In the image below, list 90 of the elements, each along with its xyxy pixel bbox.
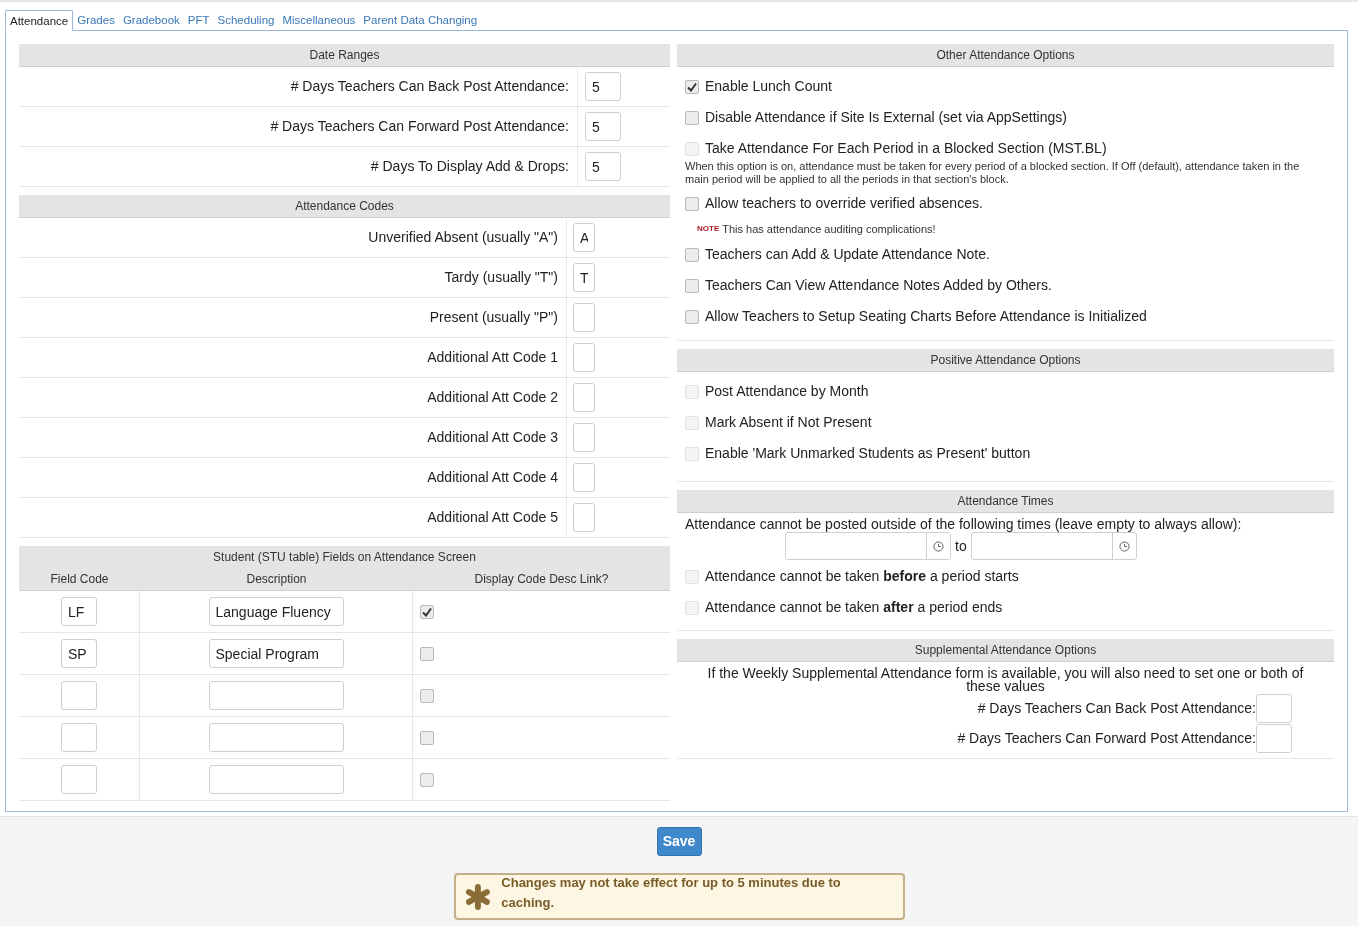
option-label: Teachers can Add & Update Attendance Note. — [705, 245, 990, 264]
option-label: Attendance cannot be taken after a period ends — [705, 598, 1003, 617]
check-icon — [422, 606, 432, 617]
field-label: Additional Att Code 1 — [426, 348, 559, 367]
field-label: Unverified Absent (usually "A") — [367, 228, 559, 247]
note-tag: NOTE — [697, 223, 720, 235]
checkbox[interactable] — [685, 110, 699, 125]
input-field[interactable] — [573, 423, 595, 452]
input-field[interactable]: Language Fluency — [208, 597, 344, 626]
time-field[interactable] — [785, 532, 951, 560]
instruction-text: Attendance cannot be posted outside of the following times (leave empty to always allow): — [685, 516, 1243, 532]
option-label: Allow teachers to override verified absences. — [705, 194, 983, 213]
asterisk-icon — [463, 882, 492, 911]
field-label: Present (usually "P") — [428, 308, 559, 327]
column-header: Description — [245, 571, 308, 588]
input-field[interactable]: 5 — [585, 72, 621, 101]
option-label: Enable 'Mark Unmarked Students as Present' button — [705, 444, 1031, 463]
checkbox[interactable] — [685, 196, 699, 211]
checkbox[interactable] — [685, 309, 699, 324]
notice-text: Changes may not take effect for up to 5 minutes due to caching. — [501, 874, 842, 912]
input-field[interactable] — [573, 463, 595, 492]
input-field[interactable]: T — [573, 263, 595, 292]
field-label: # Days Teachers Can Back Post Attendance: — [977, 699, 1256, 718]
input-field[interactable] — [1256, 694, 1292, 723]
field-label: Additional Att Code 3 — [426, 428, 559, 447]
input-field[interactable]: 5 — [585, 152, 621, 181]
field-label: Additional Att Code 4 — [426, 468, 559, 487]
check-icon — [687, 81, 697, 92]
column-header: Display Code Desc Link? — [473, 571, 610, 588]
tab[interactable]: Parent Data Changing — [359, 10, 482, 30]
input-field[interactable] — [573, 343, 595, 372]
tab[interactable]: Grades — [73, 10, 119, 30]
checkbox[interactable] — [420, 772, 434, 787]
section-header: Other Attendance Options — [677, 44, 1334, 67]
clock-icon — [933, 540, 944, 552]
section-header: Date Ranges — [19, 44, 670, 67]
input-field[interactable] — [208, 765, 344, 794]
input-field[interactable] — [573, 503, 595, 532]
field-label: # Days Teachers Can Forward Post Attendance: — [957, 729, 1256, 748]
tab[interactable]: Gradebook — [118, 10, 184, 30]
input-field[interactable]: Special Program — [208, 639, 344, 668]
section-header: Attendance Times — [677, 490, 1334, 513]
option-label: Disable Attendance if Site Is External (set via AppSettings) — [705, 108, 1067, 127]
input-field[interactable] — [61, 723, 97, 752]
input-field[interactable] — [573, 383, 595, 412]
option-label: Allow Teachers to Setup Seating Charts Before Attendance is Initialized — [705, 307, 1147, 326]
section-header: Supplemental Attendance Options — [677, 639, 1334, 662]
to-label: to — [955, 536, 967, 556]
note-text: This has attendance auditing complications! — [722, 221, 936, 237]
info-text: If the Weekly Supplemental Attendance form is available, you will also need to set one or both of these values — [706, 664, 1305, 693]
input-field[interactable] — [208, 681, 344, 710]
input-field[interactable] — [208, 723, 344, 752]
field-label: Additional Att Code 2 — [426, 388, 559, 407]
checkbox[interactable] — [685, 278, 699, 293]
column-header: Field Code — [49, 571, 110, 588]
input-field[interactable] — [1256, 724, 1292, 753]
checkbox[interactable] — [420, 604, 434, 619]
section-header: Positive Attendance Options — [677, 349, 1334, 372]
time-field[interactable] — [970, 532, 1137, 560]
table-title: Student (STU table) Fields on Attendance Screen — [212, 549, 477, 566]
option-label: Post Attendance by Month — [705, 382, 869, 401]
option-label: Enable Lunch Count — [705, 77, 832, 96]
input-field[interactable]: 5 — [585, 112, 621, 141]
option-label: Teachers Can View Attendance Notes Added by Others. — [705, 276, 1052, 295]
tab[interactable]: Attendance — [5, 10, 74, 31]
tab[interactable]: Miscellaneous — [278, 10, 360, 30]
option-label: Take Attendance For Each Period in a Blocked Section (MST.BL) — [705, 139, 1107, 158]
checkbox[interactable] — [420, 646, 434, 661]
field-label: Tardy (usually "T") — [443, 268, 559, 287]
field-label: # Days To Display Add & Drops: — [369, 157, 570, 176]
checkbox[interactable] — [685, 247, 699, 262]
section-header: Attendance Codes — [19, 195, 670, 218]
field-label: # Days Teachers Can Forward Post Attendance: — [269, 117, 570, 136]
option-label: Mark Absent if Not Present — [705, 413, 872, 432]
field-label: Additional Att Code 5 — [426, 508, 559, 527]
checkbox[interactable] — [420, 688, 434, 703]
checkbox[interactable] — [685, 79, 699, 94]
input-field[interactable] — [61, 765, 97, 794]
option-label: Attendance cannot be taken before a period starts — [705, 567, 1019, 586]
input-field[interactable]: LF — [61, 597, 97, 626]
input-field[interactable]: SP — [61, 639, 97, 668]
save-button[interactable]: Save — [656, 827, 702, 856]
input-field[interactable] — [61, 681, 97, 710]
tab[interactable]: PFT — [183, 10, 214, 30]
clock-icon — [1118, 540, 1130, 552]
input-field[interactable] — [573, 303, 595, 332]
help-text: When this option is on, attendance must be taken for every period of a blocked section. If Off (default), attendance taken in the main period will be applied to all the periods in that section's block. — [685, 160, 1301, 186]
tab[interactable]: Scheduling — [213, 10, 279, 30]
field-label: # Days Teachers Can Back Post Attendance: — [289, 77, 570, 96]
checkbox[interactable] — [420, 730, 434, 745]
